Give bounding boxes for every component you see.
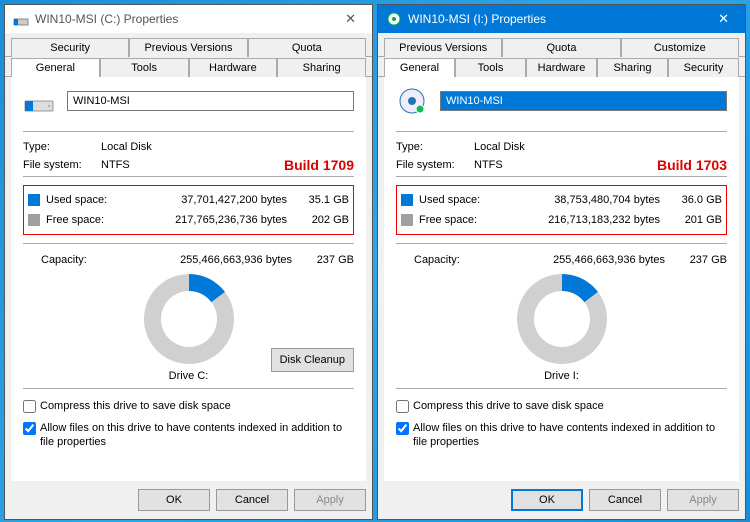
ok-button[interactable]: OK [138,489,210,511]
used-label: Used space: [419,194,495,206]
free-label: Free space: [46,214,122,226]
tab-row-top: Previous Versions Quota Customize [378,33,745,57]
capacity-label: Capacity: [414,254,490,266]
tab-sharing[interactable]: Sharing [597,58,668,77]
cancel-button[interactable]: Cancel [589,489,661,511]
space-highlight-box: Used space:37,701,427,200 bytes35.1 GB F… [23,185,354,235]
capacity-gb: 237 GB [679,254,727,266]
build-annotation: Build 1703 [657,157,727,173]
close-icon[interactable]: ✕ [337,11,364,27]
compress-label: Compress this drive to save disk space [40,399,231,413]
usage-pie-chart [517,274,607,364]
properties-window-i: WIN10-MSI (I:) Properties ✕ Previous Ver… [377,4,746,520]
compress-checkbox[interactable] [396,400,409,413]
cancel-button[interactable]: Cancel [216,489,288,511]
drive-caption: Drive I: [544,370,579,382]
space-highlight-box: Used space:38,753,480,704 bytes36.0 GB F… [396,185,727,235]
tab-tools[interactable]: Tools [100,58,189,77]
compress-label: Compress this drive to save disk space [413,399,604,413]
free-gb: 202 GB [301,214,349,226]
titlebar[interactable]: WIN10-MSI (I:) Properties ✕ [378,5,745,33]
window-title: WIN10-MSI (I:) Properties [408,12,710,26]
tab-security[interactable]: Security [668,58,739,77]
capacity-bytes: 255,466,663,936 bytes [117,254,306,266]
tab-security[interactable]: Security [11,38,129,57]
capacity-gb: 237 GB [306,254,354,266]
used-bytes: 37,701,427,200 bytes [122,194,301,206]
build-annotation: Build 1709 [284,157,354,173]
drive-large-icon [396,87,428,115]
tab-hardware[interactable]: Hardware [189,58,278,77]
used-gb: 36.0 GB [674,194,722,206]
drive-icon [13,11,29,27]
tab-previous-versions[interactable]: Previous Versions [129,38,247,57]
fs-label: File system: [23,159,101,171]
tab-tools[interactable]: Tools [455,58,526,77]
fs-value: NTFS [101,159,280,171]
titlebar[interactable]: WIN10-MSI (C:) Properties ✕ [5,5,372,33]
drive-large-icon [23,87,55,115]
tab-sharing[interactable]: Sharing [277,58,366,77]
dialog-body: Type:Local Disk File system:NTFS Build 17… [384,77,739,481]
used-gb: 35.1 GB [301,194,349,206]
tab-general[interactable]: General [384,58,455,77]
ok-button[interactable]: OK [511,489,583,511]
index-checkbox[interactable] [23,422,36,435]
dialog-body: Type:Local Disk File system:NTFS Build 17… [11,77,366,481]
index-label: Allow files on this drive to have conten… [413,421,727,449]
button-bar: OK Cancel Apply [5,481,372,519]
close-icon[interactable]: ✕ [710,11,737,27]
free-label: Free space: [419,214,495,226]
tab-general[interactable]: General [11,58,100,77]
type-value: Local Disk [474,141,727,153]
drive-name-input[interactable] [67,91,354,111]
button-bar: OK Cancel Apply [378,481,745,519]
tab-quota[interactable]: Quota [248,38,366,57]
free-gb: 201 GB [674,214,722,226]
used-label: Used space: [46,194,122,206]
type-label: Type: [396,141,474,153]
free-bytes: 217,765,236,736 bytes [122,214,301,226]
used-swatch-icon [401,194,413,206]
tab-row-bottom: General Tools Hardware Sharing Security [378,57,745,77]
free-bytes: 216,713,183,232 bytes [495,214,674,226]
tab-customize[interactable]: Customize [621,38,739,57]
type-value: Local Disk [101,141,354,153]
drive-name-input[interactable] [440,91,727,111]
compress-checkbox[interactable] [23,400,36,413]
usage-pie-chart [144,274,234,364]
tab-quota[interactable]: Quota [502,38,620,57]
capacity-bytes: 255,466,663,936 bytes [490,254,679,266]
disk-cleanup-button[interactable]: Disk Cleanup [271,348,354,372]
tab-previous-versions[interactable]: Previous Versions [384,38,502,57]
used-bytes: 38,753,480,704 bytes [495,194,674,206]
fs-value: NTFS [474,159,653,171]
drive-icon [386,11,402,27]
tab-row-bottom: General Tools Hardware Sharing [5,57,372,77]
properties-window-c: WIN10-MSI (C:) Properties ✕ Security Pre… [4,4,373,520]
window-title: WIN10-MSI (C:) Properties [35,12,337,26]
tab-hardware[interactable]: Hardware [526,58,597,77]
index-checkbox[interactable] [396,422,409,435]
type-label: Type: [23,141,101,153]
capacity-label: Capacity: [41,254,117,266]
used-swatch-icon [28,194,40,206]
free-swatch-icon [401,214,413,226]
index-label: Allow files on this drive to have conten… [40,421,354,449]
apply-button[interactable]: Apply [667,489,739,511]
drive-caption: Drive C: [169,370,209,382]
free-swatch-icon [28,214,40,226]
fs-label: File system: [396,159,474,171]
apply-button[interactable]: Apply [294,489,366,511]
tab-row-top: Security Previous Versions Quota [5,33,372,57]
